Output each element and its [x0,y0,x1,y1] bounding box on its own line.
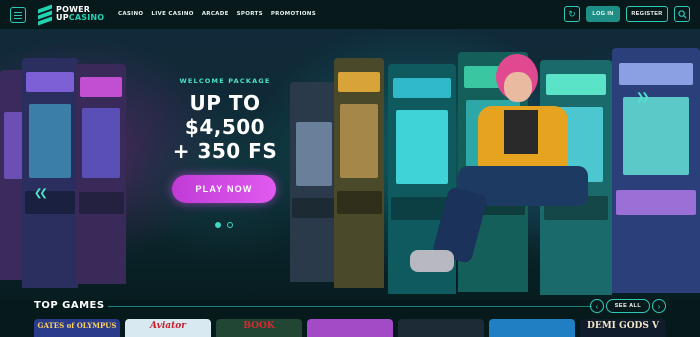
game-title: Aviator [150,321,186,331]
game-tile-fruits[interactable] [307,319,393,337]
logo-line2: UPCASINO [56,14,104,22]
game-tile-slot[interactable] [398,319,484,337]
promo-headline-line3: + 350 FS [172,139,278,163]
top-games-title: TOP GAMES [34,300,105,311]
header-actions: ↻ LOG IN REGISTER [564,6,690,22]
logo-line2-up: UP [56,13,69,22]
game-title: GATES of OLYMPUS [37,321,117,330]
arcade-cabinet-image [334,58,384,288]
hamburger-menu-icon[interactable] [10,7,26,23]
search-icon[interactable] [674,6,690,22]
carousel-dot-2[interactable] [227,222,233,228]
brand-logo[interactable]: POWER UPCASINO [38,4,104,26]
promo-headline: UP TO $4,500 + 350 FS [150,91,300,163]
nav-live-casino[interactable]: LIVE CASINO [151,11,193,17]
nav-arcade[interactable]: ARCADE [202,11,229,17]
character-illustration [400,50,590,290]
nav-promotions[interactable]: PROMOTIONS [271,11,316,17]
promo-eyebrow: WELCOME PACKAGE [179,77,271,85]
game-tile-candy[interactable] [489,319,575,337]
arcade-cabinet-image [612,48,700,293]
chevron-left-icon[interactable]: ‹ [590,299,604,313]
game-title: BOOK [243,321,275,331]
promo-headline-line2: $4,500 [184,115,266,139]
top-header: POWER UPCASINO CASINO LIVE CASINO ARCADE… [0,0,700,30]
chevron-left-icon: ❮❮ [34,188,48,199]
game-title: DEMI GODS V [587,321,659,331]
play-now-button[interactable]: PLAY NOW [172,175,276,203]
game-tile-demi-gods-v[interactable]: DEMI GODS V [580,319,666,337]
register-button[interactable]: REGISTER [626,6,668,22]
see-all-button[interactable]: SEE ALL [606,299,650,313]
refresh-icon[interactable]: ↻ [564,6,580,22]
nav-casino[interactable]: CASINO [118,11,143,17]
chevron-right-icon[interactable]: › [652,299,666,313]
logo-wordmark: POWER UPCASINO [56,6,104,22]
arcade-cabinet-image [22,58,78,288]
main-nav: CASINO LIVE CASINO ARCADE SPORTS PROMOTI… [118,11,316,17]
logo-line2-casino: CASINO [68,13,105,22]
logo-mark-icon [38,4,52,26]
login-button[interactable]: LOG IN [586,6,620,22]
chevron-right-icon: ❯❯ [636,92,650,103]
section-divider [108,306,592,307]
arcade-cabinet-image [76,64,126,284]
game-tile-gates-of-olympus[interactable]: GATES of OLYMPUS [34,319,120,337]
promo-copy: WELCOME PACKAGE UP TO $4,500 + 350 FS [150,77,300,163]
promo-headline-line1: UP TO [189,91,261,115]
hero-banner[interactable]: ❮❮ ❯❯ WELCOME PACKAGE UP TO $4,500 + 350… [0,30,700,300]
nav-sports[interactable]: SPORTS [237,11,263,17]
game-tile-book[interactable]: BOOK [216,319,302,337]
carousel-dot-1[interactable] [215,222,221,228]
game-tile-aviator[interactable]: Aviator [125,319,211,337]
